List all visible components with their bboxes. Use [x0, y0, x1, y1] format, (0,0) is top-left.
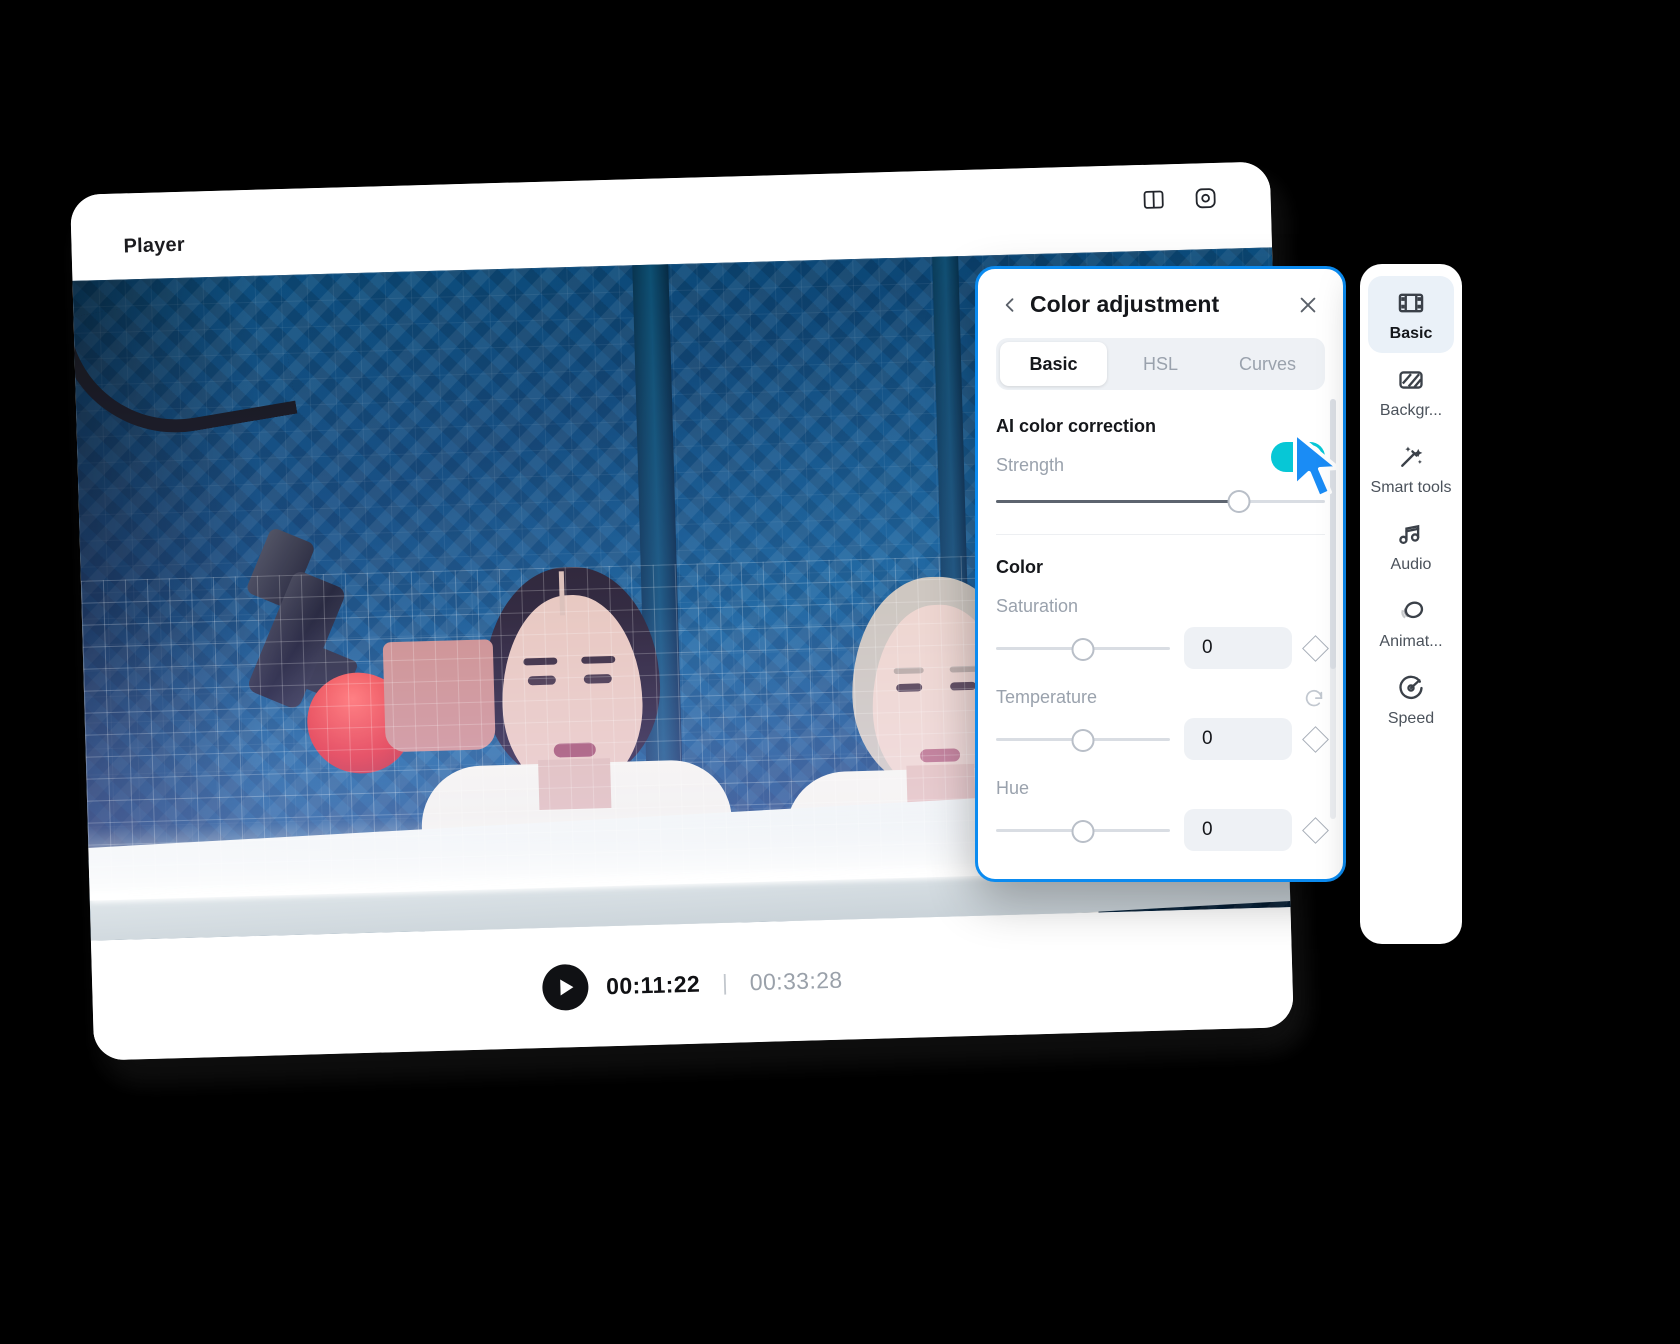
tab-basic[interactable]: Basic [1000, 342, 1107, 386]
strength-slider-handle[interactable] [1227, 489, 1251, 513]
back-chevron-icon[interactable] [998, 293, 1022, 317]
strength-track-fill [996, 499, 1240, 503]
temperature-slider[interactable] [996, 728, 1170, 752]
coffee-mug [382, 639, 496, 753]
background-icon [1396, 365, 1426, 395]
sidebar-item-background[interactable]: Backgr... [1368, 353, 1454, 430]
sidebar-item-animation[interactable]: Animat... [1368, 584, 1454, 661]
hue-slider-handle[interactable] [1071, 820, 1095, 843]
saturation-label: Saturation [996, 596, 1079, 616]
sidebar-label-background: Backgr... [1379, 401, 1443, 419]
sidebar-item-speed[interactable]: Speed [1368, 661, 1454, 738]
play-icon [560, 979, 574, 996]
temperature-value[interactable]: 0 [1184, 718, 1292, 760]
person-left-eye-r [583, 673, 612, 684]
reset-icon[interactable] [1303, 688, 1325, 710]
person-left-neck [538, 758, 612, 811]
music-note-icon [1396, 519, 1426, 549]
sidebar-label-speed: Speed [1387, 709, 1435, 727]
person-right-eye-r [950, 681, 977, 691]
section-divider [996, 534, 1325, 535]
play-button[interactable] [541, 963, 589, 1012]
panel-body: AI color correction Strength Color Satur… [978, 416, 1343, 851]
saturation-value[interactable]: 0 [1184, 627, 1292, 669]
panel-header: Color adjustment [978, 269, 1343, 318]
player-topbar-icons [1140, 185, 1219, 213]
page-title: Player [123, 233, 186, 258]
person-left-brow-r [581, 655, 616, 664]
sidebar-label-basic: Basic [1389, 325, 1433, 342]
current-time: 00:11:22 [605, 970, 701, 999]
color-section-label: Color [996, 557, 1043, 577]
magic-wand-icon [1396, 442, 1426, 472]
speedometer-icon [1396, 673, 1426, 703]
settings-gear-icon[interactable] [1192, 185, 1219, 212]
color-adjustment-panel: Color adjustment Basic HSL Curves AI col… [975, 266, 1346, 882]
tab-curves[interactable]: Curves [1214, 342, 1321, 386]
hue-value[interactable]: 0 [1184, 809, 1292, 851]
filmstrip-icon [1396, 288, 1426, 318]
sidebar-item-basic[interactable]: Basic [1368, 276, 1454, 353]
tab-hsl[interactable]: HSL [1107, 342, 1214, 386]
panel-tabs: Basic HSL Curves [996, 338, 1325, 390]
hue-row: 0 [996, 809, 1329, 851]
keyframe-diamond-icon[interactable] [1302, 725, 1329, 753]
split-view-icon[interactable] [1140, 186, 1167, 213]
ai-color-correction-label: AI color correction [996, 416, 1157, 436]
microphone-boom-arm [73, 282, 308, 488]
person-right-brow-l [893, 667, 924, 675]
hue-label: Hue [996, 778, 1030, 798]
sidebar-item-smart-tools[interactable]: Smart tools [1368, 430, 1454, 507]
total-time: 00:33:28 [749, 966, 843, 995]
panel-scrollbar-thumb[interactable] [1330, 399, 1336, 669]
person-right-lips [919, 748, 961, 763]
toggle-knob [1298, 445, 1322, 469]
temperature-row: 0 [996, 718, 1329, 760]
time-separator: | [721, 969, 729, 996]
sidebar-label-animation: Animat... [1379, 632, 1443, 650]
ai-color-correction-toggle[interactable] [1271, 442, 1325, 472]
temperature-slider-handle[interactable] [1071, 729, 1095, 752]
animation-icon [1396, 596, 1426, 626]
person-left-lips [553, 742, 596, 758]
tool-sidebar: Basic Backgr... Smart tools Audio Animat… [1360, 264, 1462, 944]
sidebar-label-smart-tools: Smart tools [1370, 478, 1452, 496]
saturation-slider[interactable] [996, 637, 1170, 661]
panel-title: Color adjustment [1030, 291, 1220, 317]
saturation-slider-handle[interactable] [1071, 638, 1095, 661]
keyframe-diamond-icon[interactable] [1302, 634, 1329, 662]
screenshot-root: Player 00:11:22 | 00:33:28 Color adjustm… [0, 0, 1680, 1344]
hue-slider[interactable] [996, 819, 1170, 843]
saturation-row: 0 [996, 627, 1329, 669]
strength-slider[interactable] [996, 489, 1325, 513]
keyframe-diamond-icon[interactable] [1302, 816, 1329, 844]
temperature-label: Temperature [996, 687, 1098, 707]
person-left-brow-l [523, 657, 558, 666]
sidebar-item-audio[interactable]: Audio [1368, 507, 1454, 584]
close-icon[interactable] [1295, 292, 1321, 318]
person-left-eye-l [527, 675, 556, 686]
person-right-eye-l [896, 683, 923, 693]
sidebar-label-audio: Audio [1390, 555, 1432, 573]
